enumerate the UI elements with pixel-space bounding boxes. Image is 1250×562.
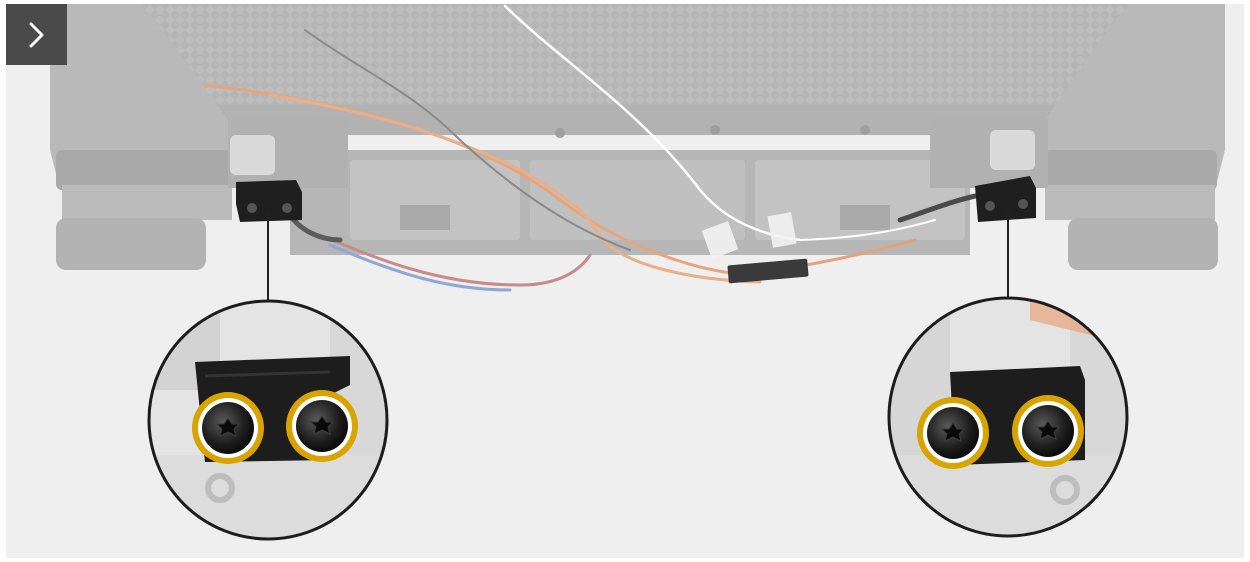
figure-canvas bbox=[6, 4, 1244, 558]
right-hinge-callout bbox=[887, 296, 1129, 538]
screw-icon bbox=[192, 392, 264, 464]
hinge-screw-illustration bbox=[50, 4, 1225, 541]
next-step-button[interactable] bbox=[6, 4, 67, 65]
chevron-right-icon bbox=[29, 22, 43, 47]
laptop-base-ghost bbox=[50, 4, 1225, 270]
screw-icon bbox=[917, 397, 989, 469]
screw-icon bbox=[286, 390, 358, 462]
screw-icon bbox=[1012, 395, 1084, 467]
left-hinge-callout bbox=[147, 299, 389, 541]
